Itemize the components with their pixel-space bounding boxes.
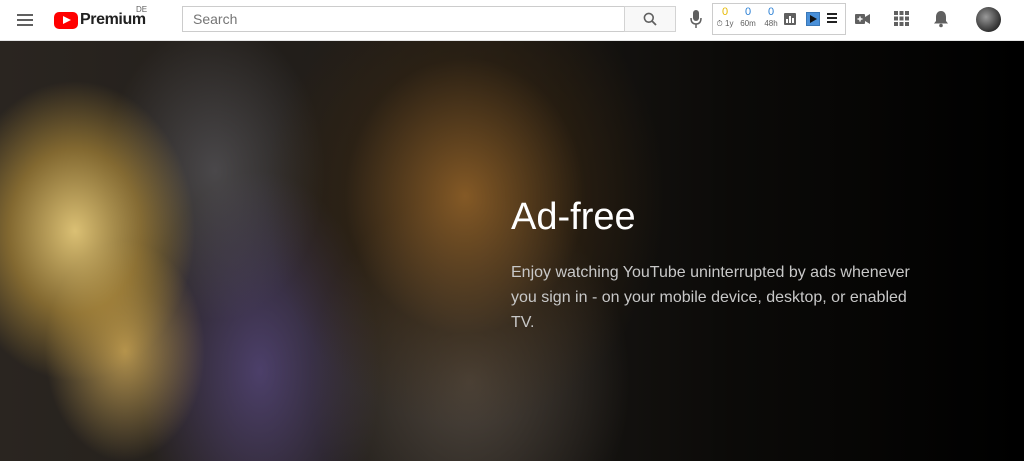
apps-grid-icon[interactable] [894, 11, 909, 26]
list-icon[interactable] [827, 13, 837, 23]
chart-icon[interactable] [784, 13, 796, 25]
playlist-play-icon[interactable] [806, 12, 820, 26]
youtube-play-icon [54, 11, 78, 29]
microphone-icon[interactable] [689, 9, 703, 29]
stat-48h: 0 48h [760, 6, 782, 30]
hero-banner: Ad-free Enjoy watching YouTube uninterru… [0, 41, 1024, 461]
youtube-premium-logo[interactable]: Premium [54, 9, 146, 31]
menu-icon[interactable] [15, 10, 35, 30]
stat-label: ⏱ 1y [716, 19, 734, 28]
hero-title: Ad-free [511, 196, 636, 238]
stat-60m: 0 60m [737, 6, 759, 30]
stat-value: 0 [744, 6, 752, 18]
stat-value: 0 [721, 6, 729, 18]
stat-1y: 0 ⏱ 1y [715, 6, 735, 30]
create-video-icon[interactable] [854, 12, 871, 26]
extension-widget[interactable]: 0 ⏱ 1y 0 60m 0 48h [712, 3, 846, 35]
stat-value: 0 [767, 6, 775, 18]
avatar[interactable] [976, 7, 1001, 32]
search-input[interactable] [182, 6, 625, 32]
top-bar: Premium DE 0 ⏱ 1y 0 60m 0 48h [0, 0, 1024, 41]
notifications-icon[interactable] [933, 10, 949, 28]
hero-description: Enjoy watching YouTube uninterrupted by … [511, 264, 910, 331]
region-code: DE [136, 5, 148, 14]
search-icon [643, 12, 657, 26]
stat-label: 48h [764, 19, 778, 28]
stat-label: 60m [740, 19, 756, 28]
search-button[interactable] [624, 6, 676, 32]
